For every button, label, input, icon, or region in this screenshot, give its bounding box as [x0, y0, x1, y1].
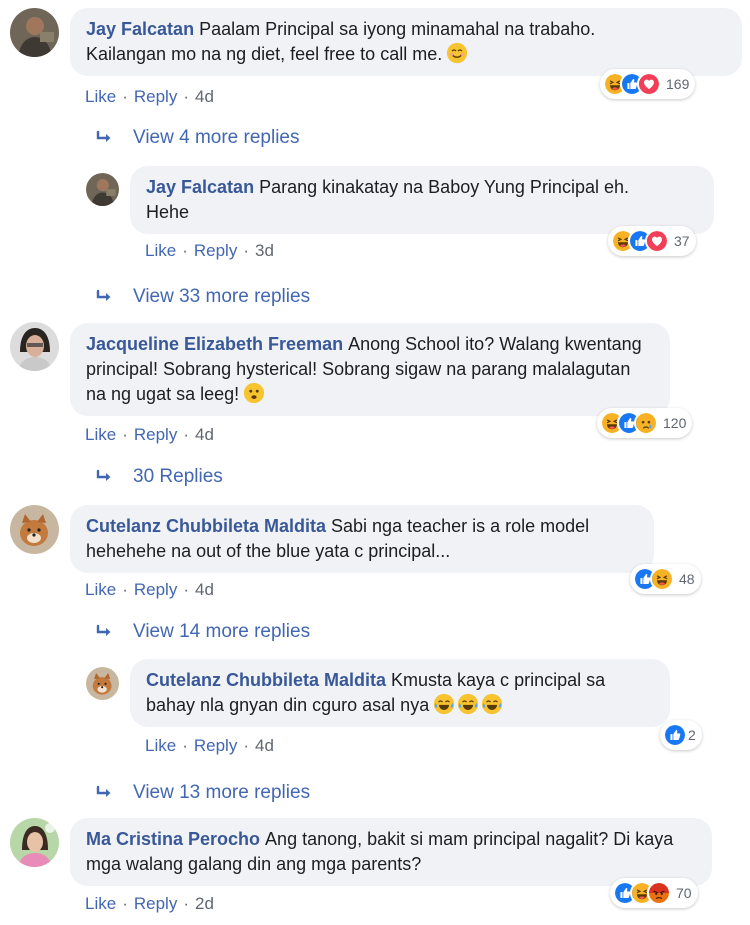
smiling-face-icon [446, 42, 468, 64]
reaction-count: 120 [663, 415, 687, 431]
love-reaction-icon [645, 229, 669, 253]
separator: · [122, 87, 128, 106]
comment-actions: Like · Reply · 3d [145, 241, 274, 261]
like-button[interactable]: Like [145, 736, 176, 755]
haha-reaction-icon [650, 567, 674, 591]
reply-bubble: Cutelanz Chubbileta Maldita Kmusta kaya c… [130, 659, 670, 727]
reply-button[interactable]: Reply [134, 894, 177, 913]
avatar-jay-falcatan[interactable] [10, 8, 59, 57]
like-button[interactable]: Like [85, 894, 116, 913]
comment-actions: Like · Reply · 2d [85, 894, 214, 914]
commenter-name[interactable]: Jay Falcatan [146, 177, 254, 197]
separator: · [183, 425, 189, 444]
separator: · [243, 241, 249, 260]
reaction-summary[interactable]: 2 [660, 720, 702, 750]
timestamp[interactable]: 3d [255, 241, 274, 260]
love-reaction-icon [637, 72, 661, 96]
avatar-cutelanz-maldita[interactable] [86, 667, 119, 700]
reaction-count: 169 [666, 76, 690, 92]
reaction-summary[interactable]: 169 [600, 69, 696, 99]
commenter-name[interactable]: Jay Falcatan [86, 19, 194, 39]
timestamp[interactable]: 4d [195, 425, 214, 444]
separator: · [183, 580, 189, 599]
view-replies[interactable]: 30 Replies [95, 466, 223, 488]
timestamp[interactable]: 4d [195, 580, 214, 599]
reaction-summary[interactable]: 48 [630, 564, 701, 594]
reply-arrow-icon [95, 469, 115, 485]
separator: · [182, 736, 188, 755]
reply-button[interactable]: Reply [194, 736, 237, 755]
like-button[interactable]: Like [145, 241, 176, 260]
comment-actions: Like · Reply · 4d [85, 580, 214, 600]
commenter-name[interactable]: Cutelanz Chubbileta Maldita [86, 516, 326, 536]
comment-bubble: Jacqueline Elizabeth Freeman Anong School… [70, 323, 670, 416]
comment-bubble: Ma Cristina Perocho Ang tanong, bakit si … [70, 818, 712, 886]
view-more-replies[interactable]: View 14 more replies [95, 621, 310, 643]
comment-bubble: Jay Falcatan Paalam Principal sa iyong mi… [70, 8, 742, 76]
comment-actions: Like · Reply · 4d [85, 87, 214, 107]
view-more-replies[interactable]: View 33 more replies [95, 286, 310, 308]
avatar-jacqueline-freeman[interactable] [10, 322, 59, 371]
separator: · [243, 736, 249, 755]
separator: · [183, 894, 189, 913]
reply-button[interactable]: Reply [134, 87, 177, 106]
reaction-count: 2 [688, 727, 696, 743]
reply-arrow-icon [95, 289, 115, 305]
reaction-summary[interactable]: 37 [608, 226, 696, 256]
reply-arrow-icon [95, 130, 115, 146]
like-button[interactable]: Like [85, 87, 116, 106]
timestamp[interactable]: 4d [195, 87, 214, 106]
angry-reaction-icon [647, 881, 671, 905]
reply-arrow-icon [95, 624, 115, 640]
reaction-count: 37 [674, 233, 690, 249]
reply-bubble: Jay Falcatan Parang kinakatay na Baboy Yu… [130, 166, 714, 234]
view-more-label: View 4 more replies [133, 127, 300, 148]
view-more-label: View 14 more replies [133, 621, 311, 642]
separator: · [122, 580, 128, 599]
commenter-name[interactable]: Ma Cristina Perocho [86, 829, 260, 849]
view-more-label: View 13 more replies [133, 782, 311, 803]
view-more-replies[interactable]: View 4 more replies [95, 127, 300, 149]
separator: · [122, 894, 128, 913]
reaction-summary[interactable]: 120 [597, 408, 693, 438]
timestamp[interactable]: 2d [195, 894, 214, 913]
reaction-count: 70 [676, 885, 692, 901]
view-more-label: 30 Replies [133, 466, 223, 487]
reply-arrow-icon [95, 785, 115, 801]
commenter-name[interactable]: Cutelanz Chubbileta Maldita [146, 670, 386, 690]
view-more-label: View 33 more replies [133, 286, 311, 307]
avatar-jay-falcatan[interactable] [86, 173, 119, 206]
like-button[interactable]: Like [85, 425, 116, 444]
reaction-count: 48 [679, 571, 695, 587]
avatar-cutelanz-maldita[interactable] [10, 505, 59, 554]
commenter-name[interactable]: Jacqueline Elizabeth Freeman [86, 334, 343, 354]
reply-button[interactable]: Reply [194, 241, 237, 260]
sad-face-icon [243, 382, 265, 404]
comment-bubble: Cutelanz Chubbileta Maldita Sabi nga teac… [70, 505, 654, 573]
sad-reaction-icon [634, 411, 658, 435]
separator: · [182, 241, 188, 260]
like-reaction-icon [663, 723, 687, 747]
tears-of-joy-icon [429, 693, 503, 715]
comment-actions: Like · Reply · 4d [145, 736, 274, 756]
separator: · [122, 425, 128, 444]
timestamp[interactable]: 4d [255, 736, 274, 755]
like-button[interactable]: Like [85, 580, 116, 599]
separator: · [183, 87, 189, 106]
reply-button[interactable]: Reply [134, 425, 177, 444]
comment-actions: Like · Reply · 4d [85, 425, 214, 445]
reply-button[interactable]: Reply [134, 580, 177, 599]
reaction-summary[interactable]: 70 [610, 878, 698, 908]
avatar-ma-cristina-perocho[interactable] [10, 818, 59, 867]
view-more-replies[interactable]: View 13 more replies [95, 782, 310, 804]
